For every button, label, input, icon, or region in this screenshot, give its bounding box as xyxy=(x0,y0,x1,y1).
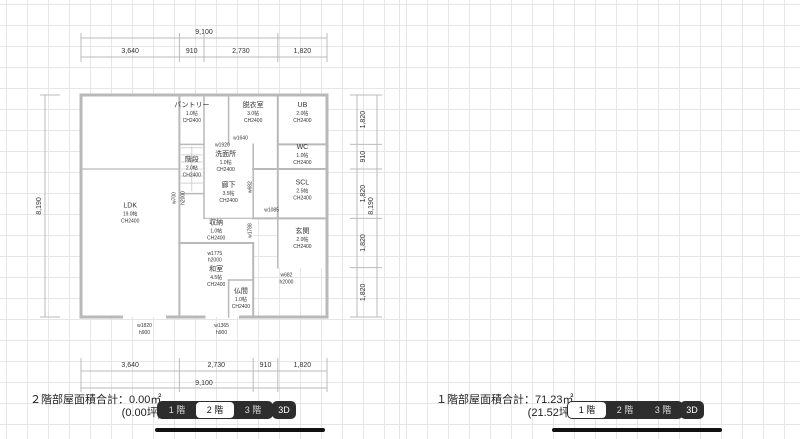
area-total-label: ２階部屋面積合計：0.00㎡ xyxy=(30,394,162,406)
room-ub-name: UB xyxy=(298,102,308,109)
opening-washitsu-width: w1365 xyxy=(214,323,229,329)
opening-1788: w1788 xyxy=(247,223,253,238)
room-senmen-size: 1.0帖 xyxy=(220,159,232,166)
dimension-top-segment: 910 xyxy=(186,48,198,55)
room-ub-size: 2.0帖 xyxy=(296,110,308,117)
room-ub-ch: CH2400 xyxy=(293,118,312,124)
room-wc-ch: CH2400 xyxy=(293,160,312,166)
opening-hall-height: h2000 xyxy=(180,191,186,205)
opening-1920: w1920 xyxy=(215,143,230,149)
tab-floor-3[interactable]: 3 階 xyxy=(234,402,272,418)
tab-floor-3[interactable]: 3 階 xyxy=(644,402,682,418)
room-pantry-size: 1.0帖 xyxy=(186,110,198,117)
dimension-top-segment: 2,730 xyxy=(232,48,250,55)
room-scl-name: SCL xyxy=(296,179,310,186)
tab-floor-2[interactable]: 2 階 xyxy=(606,402,644,418)
opening-682: w682 xyxy=(247,181,253,193)
opening-1085: w1085 xyxy=(264,208,279,214)
dimension-right-segment: 1,820 xyxy=(360,185,367,203)
room-scl-ch: CH2400 xyxy=(293,195,312,201)
opening-washitsu-door-height: h2000 xyxy=(208,258,222,264)
opening-1640: w1640 xyxy=(233,136,248,142)
room-washitsu-ch: CH2400 xyxy=(207,282,226,288)
floor-plan-1f[interactable]: 9,1003,6409102,7301,8203,6402,7309101,82… xyxy=(400,0,800,439)
room-storage-name: 収納 xyxy=(209,218,223,227)
room-pantry-ch: CH2400 xyxy=(183,118,202,124)
opening-butsuma-width: w682 xyxy=(280,273,292,279)
home-indicator xyxy=(155,428,325,432)
floor-switcher: 1 階 2 階 3 階 xyxy=(157,401,273,419)
view-3d-button[interactable]: 3D xyxy=(680,401,704,419)
room-genkan-ch: CH2400 xyxy=(293,244,312,250)
tab-floor-2[interactable]: 2 階 xyxy=(196,402,234,418)
opening-ldk-height: h900 xyxy=(139,330,150,336)
dimension-bottom-total: 9,100 xyxy=(195,380,213,387)
room-fill-wc xyxy=(253,144,327,169)
room-hall-name: 廊下 xyxy=(222,180,236,189)
room-datsui-name: 脱衣室 xyxy=(243,100,264,109)
dimension-bottom-segment: 2,730 xyxy=(208,362,226,369)
room-senmen-ch: CH2400 xyxy=(216,167,235,173)
room-ldk-ch: CH2400 xyxy=(121,218,140,224)
room-genkan-size: 2.0帖 xyxy=(296,236,308,243)
floor-switcher: 1 階 2 階 3 階 xyxy=(567,401,683,419)
room-pantry-name: パントリー xyxy=(174,101,209,109)
room-storage-size: 1.0帖 xyxy=(210,228,222,235)
opening-washitsu-height: h900 xyxy=(216,330,227,336)
room-wc-size: 1.0帖 xyxy=(296,152,308,159)
room-stairs-name: 階段 xyxy=(185,154,199,163)
floor-2-panel: 9,100 3,640 910 2,730 1,820 3,640 2,730 910 1,82… xyxy=(0,0,400,439)
room-datsui-ch: CH2400 xyxy=(244,118,263,124)
floor-plan-2f[interactable]: 9,100 3,640 910 2,730 1,820 3,640 2,730 910 1,82… xyxy=(0,0,400,439)
room-wc-name: WC xyxy=(297,144,309,151)
dimension-right-total: 8,190 xyxy=(368,197,375,215)
room-stairs-size: 2.0帖 xyxy=(186,164,198,171)
room-hall-size: 3.5帖 xyxy=(223,190,235,197)
opening-butsuma-height: h2000 xyxy=(279,280,293,286)
room-stairs-ch: CH2400 xyxy=(183,172,202,178)
opening-hall-width: w700 xyxy=(172,192,178,204)
area-total-label: １階部屋面積合計：71.23㎡ xyxy=(436,394,574,406)
room-storage-ch: CH2400 xyxy=(207,236,226,242)
room-ldk-name: LDK xyxy=(123,202,137,209)
room-hall-ch: CH2400 xyxy=(219,198,238,204)
room-washitsu-size: 4.5帖 xyxy=(210,274,222,281)
dimension-bottom-segment: 910 xyxy=(260,362,272,369)
view-3d-button[interactable]: 3D xyxy=(272,401,296,419)
dimension-left-total: 8,190 xyxy=(36,197,43,215)
area-summary-1f: １階部屋面積合計：71.23㎡ (21.52坪) xyxy=(436,394,574,420)
floor-1-panel: 9,1003,6409102,7301,8203,6402,7309101,82… xyxy=(400,0,800,439)
area-tsubo-label: (0.00坪) xyxy=(121,407,162,419)
room-butsuma-name: 仏間 xyxy=(234,287,248,295)
room-datsui-size: 3.0帖 xyxy=(247,110,259,117)
tab-floor-1[interactable]: 1 階 xyxy=(568,402,606,418)
dimension-right-segment: 910 xyxy=(360,151,367,163)
dimension-right-segment: 1,820 xyxy=(360,234,367,252)
room-butsuma-ch: CH2400 xyxy=(232,304,251,310)
opening-washitsu-door-width: w1775 xyxy=(207,251,222,257)
room-senmen-name: 洗面所 xyxy=(215,149,236,158)
dimension-top-segment: 3,640 xyxy=(121,48,139,55)
dimension-right-segment: 1,820 xyxy=(360,283,367,301)
room-washitsu-name: 和室 xyxy=(209,264,223,273)
room-butsuma-size: 1.0帖 xyxy=(235,296,247,303)
room-genkan-name: 玄関 xyxy=(295,226,309,235)
room-ldk-size: 19.0帖 xyxy=(123,210,138,217)
room-scl-size: 2.5帖 xyxy=(296,187,308,194)
dimension-right-segment: 1,820 xyxy=(360,111,367,129)
opening-ldk-width: w1820 xyxy=(137,323,152,329)
area-tsubo-label: (21.52坪) xyxy=(527,407,574,419)
area-summary-2f: ２階部屋面積合計：0.00㎡ (0.00坪) xyxy=(30,394,161,420)
home-indicator xyxy=(552,428,722,432)
tab-floor-1[interactable]: 1 階 xyxy=(158,402,196,418)
dimension-bottom-segment: 1,820 xyxy=(294,362,312,369)
dimension-top-segment: 1,820 xyxy=(294,48,312,55)
dimension-bottom-segment: 3,640 xyxy=(121,362,139,369)
